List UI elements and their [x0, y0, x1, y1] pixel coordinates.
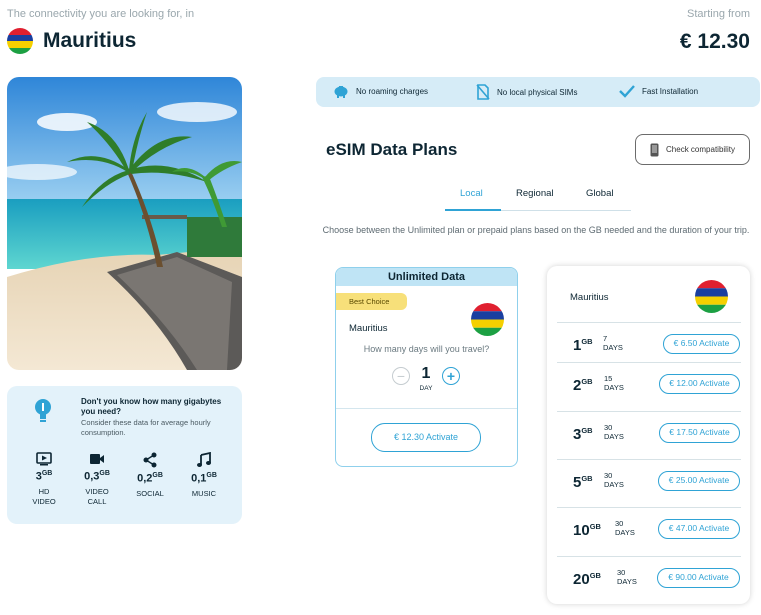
- usage-hd-video: 3GB HD VIDEO: [22, 452, 66, 507]
- usage-label: VIDEO: [32, 496, 56, 506]
- starting-from-label: Starting from: [687, 8, 750, 20]
- tab-local[interactable]: Local: [460, 188, 483, 199]
- activate-button[interactable]: € 47.00 Activate: [658, 519, 740, 539]
- plan-gb-unit: GB: [589, 571, 601, 580]
- tab-regional[interactable]: Regional: [516, 188, 554, 199]
- usage-video-call: 0,3GB VIDEO CALL: [75, 452, 119, 507]
- prepaid-plan-row: 20GB 30 DAYS € 90.00 Activate: [557, 556, 741, 604]
- country-name: Mauritius: [43, 29, 137, 52]
- feature-no-roaming: No roaming charges: [333, 84, 428, 98]
- usage-amount: 0,1: [191, 472, 207, 485]
- unlimited-activate-button[interactable]: € 12.30 Activate: [371, 423, 481, 452]
- phone-icon: [650, 143, 659, 156]
- increase-days-button[interactable]: +: [442, 367, 460, 385]
- lightbulb-icon: [35, 399, 51, 422]
- plan-gb-unit: GB: [589, 522, 601, 531]
- activate-button[interactable]: € 6.50 Activate: [663, 334, 740, 354]
- days-stepper: − 1 DAY +: [391, 365, 461, 395]
- plan-days: 30: [604, 471, 613, 480]
- unlimited-plan-card: Unlimited Data Best Choice Mauritius How…: [335, 267, 518, 467]
- usage-label: VIDEO: [85, 486, 109, 496]
- plan-days-unit: DAYS: [604, 432, 624, 441]
- music-icon: [197, 452, 211, 467]
- usage-unit: GB: [41, 470, 53, 477]
- plan-days: 30: [617, 568, 626, 577]
- features-bar: No roaming charges No local physical SIM…: [316, 77, 760, 107]
- mauritius-flag-icon: [471, 303, 504, 336]
- feature-no-sim: No local physical SIMs: [476, 84, 577, 100]
- plan-gb: 10: [573, 522, 590, 539]
- mauritius-flag-icon: [695, 280, 728, 313]
- plan-days: 30: [604, 423, 613, 432]
- check-compatibility-button[interactable]: Check compatibility: [635, 134, 750, 165]
- decrease-days-button[interactable]: −: [392, 367, 410, 385]
- plan-gb: 20: [573, 571, 590, 588]
- usage-amount: 0,3: [84, 470, 100, 483]
- plans-title: eSIM Data Plans: [326, 140, 458, 159]
- prepaid-plan-row: 10GB 30 DAYS € 47.00 Activate: [557, 507, 741, 555]
- unlimited-country: Mauritius: [349, 323, 388, 334]
- best-choice-badge: Best Choice: [336, 293, 407, 310]
- no-sim-icon: [476, 84, 490, 100]
- prepaid-plan-row: 5GB 30 DAYS € 25.00 Activate: [557, 459, 741, 507]
- starting-price: € 12.30: [679, 30, 750, 53]
- share-icon: [143, 452, 157, 468]
- plan-days: 7: [603, 334, 608, 343]
- country-heading: Mauritius: [7, 28, 136, 54]
- video-icon: [36, 452, 52, 466]
- plan-days-unit: DAYS: [603, 343, 623, 352]
- activate-button[interactable]: € 90.00 Activate: [657, 568, 740, 588]
- activate-button[interactable]: € 17.50 Activate: [659, 423, 740, 443]
- unlimited-header: Unlimited Data: [336, 268, 517, 286]
- video-call-icon: [90, 454, 104, 464]
- usage-unit: GB: [99, 470, 110, 477]
- activate-button[interactable]: € 25.00 Activate: [658, 471, 740, 491]
- gb-helper-question: Don't you know how many gigabytes you ne…: [81, 397, 222, 416]
- plan-tabs: Local Regional Global: [445, 183, 631, 211]
- usage-label: MUSIC: [191, 488, 217, 498]
- usage-unit: GB: [152, 472, 163, 479]
- prepaid-plan-row: 2GB 15 DAYS € 12.00 Activate: [557, 362, 741, 410]
- feature-label: Fast Installation: [642, 86, 699, 96]
- checkmark-icon: [619, 85, 635, 98]
- plan-gb-unit: GB: [581, 474, 593, 483]
- active-tab-indicator: [445, 209, 501, 211]
- usage-label: CALL: [87, 496, 107, 506]
- check-compatibility-label: Check compatibility: [666, 145, 735, 154]
- prepaid-plan-row: 3GB 30 DAYS € 17.50 Activate: [557, 411, 741, 459]
- plan-days-unit: DAYS: [615, 528, 635, 537]
- days-value: 1: [421, 365, 431, 382]
- gb-helper-panel: Don't you know how many gigabytes you ne…: [7, 386, 242, 524]
- plan-gb-unit: GB: [581, 426, 593, 435]
- plan-days-unit: DAYS: [604, 480, 624, 489]
- plan-gb-unit: GB: [581, 337, 593, 346]
- plan-days: 15: [604, 374, 613, 383]
- usage-social: 0,2GB SOCIAL: [128, 452, 172, 499]
- days-unit: DAY: [419, 385, 433, 392]
- mauritius-flag-icon: [7, 28, 33, 54]
- usage-label: HD: [38, 486, 50, 496]
- prepaid-plans-card: Mauritius 1GB 7 DAYS € 6.50 Activate 2GB …: [547, 266, 750, 604]
- plan-days-unit: DAYS: [604, 383, 624, 392]
- prepaid-country: Mauritius: [570, 292, 609, 303]
- plan-days-unit: DAYS: [617, 577, 637, 586]
- plan-gb-unit: GB: [581, 377, 593, 386]
- gb-helper-subtext: Consider these data for average hourly c…: [81, 418, 211, 437]
- feature-fast-install: Fast Installation: [619, 84, 698, 98]
- plan-days: 30: [615, 519, 624, 528]
- piggy-bank-icon: [334, 86, 348, 98]
- days-question: How many days will you travel?: [363, 344, 490, 354]
- feature-label: No roaming charges: [356, 86, 429, 96]
- usage-unit: GB: [206, 472, 217, 479]
- activate-button[interactable]: € 12.00 Activate: [659, 374, 740, 394]
- plans-description: Choose between the Unlimited plan or pre…: [322, 225, 750, 235]
- feature-label: No local physical SIMs: [497, 87, 578, 97]
- divider: [336, 408, 517, 409]
- usage-amount: 0,2: [137, 472, 153, 485]
- tab-global[interactable]: Global: [586, 188, 613, 199]
- usage-music: 0,1GB MUSIC: [182, 452, 226, 499]
- hero-beach-image: [7, 77, 242, 370]
- usage-label: SOCIAL: [136, 488, 164, 498]
- tagline: The connectivity you are looking for, in: [7, 8, 195, 20]
